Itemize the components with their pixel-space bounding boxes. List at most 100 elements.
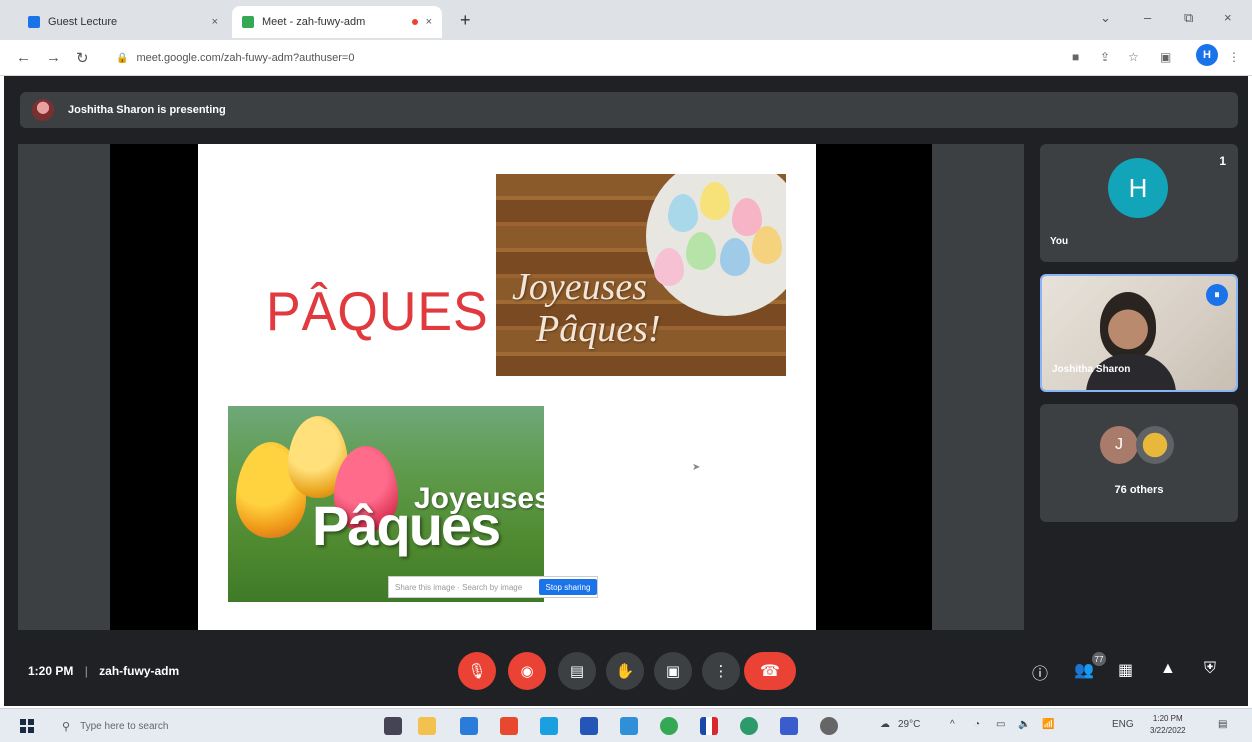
easter-eggs-grass-image: Joyeuses Pâques xyxy=(228,406,544,602)
language-indicator[interactable]: ENG xyxy=(1112,719,1134,730)
bowl-shape xyxy=(646,174,786,316)
self-name: You xyxy=(1050,236,1069,247)
slide-title: PÂQUES xyxy=(266,281,489,343)
stop-sharing-button[interactable]: Stop sharing xyxy=(539,579,597,595)
caption-line: Joyeuses xyxy=(512,266,648,308)
presenter-banner: Joshitha Sharon is presenting xyxy=(20,92,1238,128)
self-avatar: H xyxy=(1108,158,1168,218)
wifi-icon[interactable]: 📶 xyxy=(1042,719,1054,730)
weather-icon[interactable]: ☁ xyxy=(880,719,890,730)
chrome-icon[interactable] xyxy=(660,717,678,735)
tab-search-icon[interactable]: ⌄ xyxy=(1100,10,1111,26)
new-tab-button[interactable]: + xyxy=(460,10,471,31)
easter-eggs-bowl-image: Joyeuses Pâques! xyxy=(496,174,786,376)
windows-start-icon[interactable] xyxy=(20,719,34,733)
battery-icon[interactable]: ▭ xyxy=(996,719,1005,730)
app-icon[interactable] xyxy=(620,717,638,735)
system-clock[interactable]: 1:20 PM 3/22/2022 xyxy=(1150,713,1186,737)
host-controls-icon[interactable]: ⛨ xyxy=(1204,660,1216,678)
chat-icon[interactable]: ▦ xyxy=(1118,660,1133,680)
participant-avatar xyxy=(1136,426,1174,464)
address-bar: ← → ↻ 🔒 meet.google.com/zah-fuwy-adm?aut… xyxy=(0,40,1252,76)
volume-icon[interactable]: 🔈 xyxy=(1018,719,1030,730)
reload-button[interactable]: ↻ xyxy=(76,49,89,67)
share-icon[interactable]: ⇪ xyxy=(1100,50,1110,64)
mail-icon[interactable] xyxy=(460,717,478,735)
browser-tab-bar: Guest Lecture × Meet - zah-fuwy-adm × + … xyxy=(0,0,1252,40)
camera-toggle-button[interactable]: ◉ xyxy=(508,652,546,690)
profile-avatar[interactable]: H xyxy=(1196,44,1218,66)
others-tile[interactable]: J 76 others xyxy=(1040,404,1238,522)
forward-button[interactable]: → xyxy=(46,49,61,66)
meet-favicon-icon xyxy=(242,16,254,28)
meeting-controls: 1:20 PM | zah-fuwy-adm 🎙 ◉ ▤ ✋ ▣ ⋮ ☎ ⓘ 👥… xyxy=(4,644,1248,706)
people-icon[interactable]: 👥 xyxy=(1074,660,1094,680)
info-icon[interactable]: ⓘ xyxy=(1032,660,1048,684)
tab-title: Guest Lecture xyxy=(48,16,118,28)
presenter-name: Joshitha Sharon xyxy=(1052,364,1131,375)
tray-chevron-icon[interactable]: ^ xyxy=(950,719,955,730)
leave-call-button[interactable]: ☎ xyxy=(744,652,796,690)
meeting-time: 1:20 PM xyxy=(28,664,74,678)
back-button[interactable]: ← xyxy=(16,49,31,66)
tab-title: Meet - zah-fuwy-adm xyxy=(262,16,366,28)
raise-hand-icon: ✋ xyxy=(615,663,635,680)
presenter-head xyxy=(1100,292,1156,360)
notifications-icon[interactable]: ▤ xyxy=(1218,719,1227,730)
participant-avatar: J xyxy=(1100,426,1138,464)
camera-off-icon: ◉ xyxy=(520,663,534,680)
task-view-icon[interactable] xyxy=(384,717,402,735)
url-field[interactable]: 🔒 meet.google.com/zah-fuwy-adm?authuser=… xyxy=(104,46,1024,70)
browser-menu-icon[interactable]: ⋮ xyxy=(1228,50,1240,64)
store-icon[interactable] xyxy=(580,717,598,735)
presenter-avatar xyxy=(32,99,54,121)
clock-time: 1:20 PM xyxy=(1152,714,1183,723)
mic-toggle-button[interactable]: 🎙 xyxy=(458,652,496,690)
present-icon: ▣ xyxy=(665,663,681,680)
recording-dot-icon xyxy=(411,19,418,25)
speaking-indicator-icon: ⏸ xyxy=(1206,284,1228,306)
tab-close-icon[interactable]: × xyxy=(212,16,218,28)
file-explorer-icon[interactable] xyxy=(418,717,436,735)
language-app-icon[interactable] xyxy=(700,717,718,735)
weather-temp[interactable]: 29°C xyxy=(898,719,920,730)
presenter-tile[interactable]: ⏸ Joshitha Sharon xyxy=(1040,274,1238,392)
extensions-icon[interactable]: ▣ xyxy=(1160,50,1171,64)
url-text: meet.google.com/zah-fuwy-adm?authuser=0 xyxy=(136,52,355,64)
present-button[interactable]: ▣ xyxy=(654,652,692,690)
taskbar-search[interactable]: ⚲ Type here to search xyxy=(52,714,292,738)
obs-icon[interactable] xyxy=(820,717,838,735)
camera-indicator-icon[interactable]: ■ xyxy=(1072,50,1079,64)
pinned-count: 1 xyxy=(1219,154,1226,168)
minimize-button[interactable]: – xyxy=(1144,10,1151,25)
image-share-bar: Share this image · Search by image Stop … xyxy=(388,576,598,598)
tab-meet[interactable]: Meet - zah-fuwy-adm × xyxy=(232,6,442,38)
chrome-profile-icon[interactable] xyxy=(740,717,758,735)
tab-guest-lecture[interactable]: Guest Lecture × xyxy=(18,6,228,38)
activities-icon[interactable]: ▲ xyxy=(1160,660,1176,678)
share-bar-text: Share this image · Search by image xyxy=(395,582,523,592)
clock-date: 3/22/2022 xyxy=(1150,726,1186,735)
more-icon: ⋮ xyxy=(713,663,729,680)
separator: | xyxy=(84,664,88,678)
meeting-details: 1:20 PM | zah-fuwy-adm xyxy=(28,664,179,678)
captions-button[interactable]: ▤ xyxy=(558,652,596,690)
windows-taskbar: ⚲ Type here to search ☁ 29°C ^ ◔ ▭ 🔈 📶 E… xyxy=(0,708,1252,742)
more-options-button[interactable]: ⋮ xyxy=(702,652,740,690)
close-window-button[interactable]: × xyxy=(1224,10,1232,25)
raise-hand-button[interactable]: ✋ xyxy=(606,652,644,690)
mic-off-icon: 🎙 xyxy=(467,663,487,680)
tab-close-icon[interactable]: × xyxy=(426,16,432,28)
classroom-favicon-icon xyxy=(28,16,40,28)
caption-line: Pâques! xyxy=(536,308,661,350)
self-tile[interactable]: H 1 You xyxy=(1040,144,1238,262)
bookmark-star-icon[interactable]: ☆ xyxy=(1128,50,1139,64)
meeting-code: zah-fuwy-adm xyxy=(99,664,180,678)
image-caption-large: Pâques xyxy=(312,494,501,557)
others-count: 76 others xyxy=(1114,484,1164,496)
office-icon[interactable] xyxy=(500,717,518,735)
maximize-button[interactable]: ⧉ xyxy=(1184,10,1193,26)
edge-icon[interactable] xyxy=(540,717,558,735)
network-icon[interactable]: ◔ xyxy=(974,719,980,730)
teams-icon[interactable] xyxy=(780,717,798,735)
